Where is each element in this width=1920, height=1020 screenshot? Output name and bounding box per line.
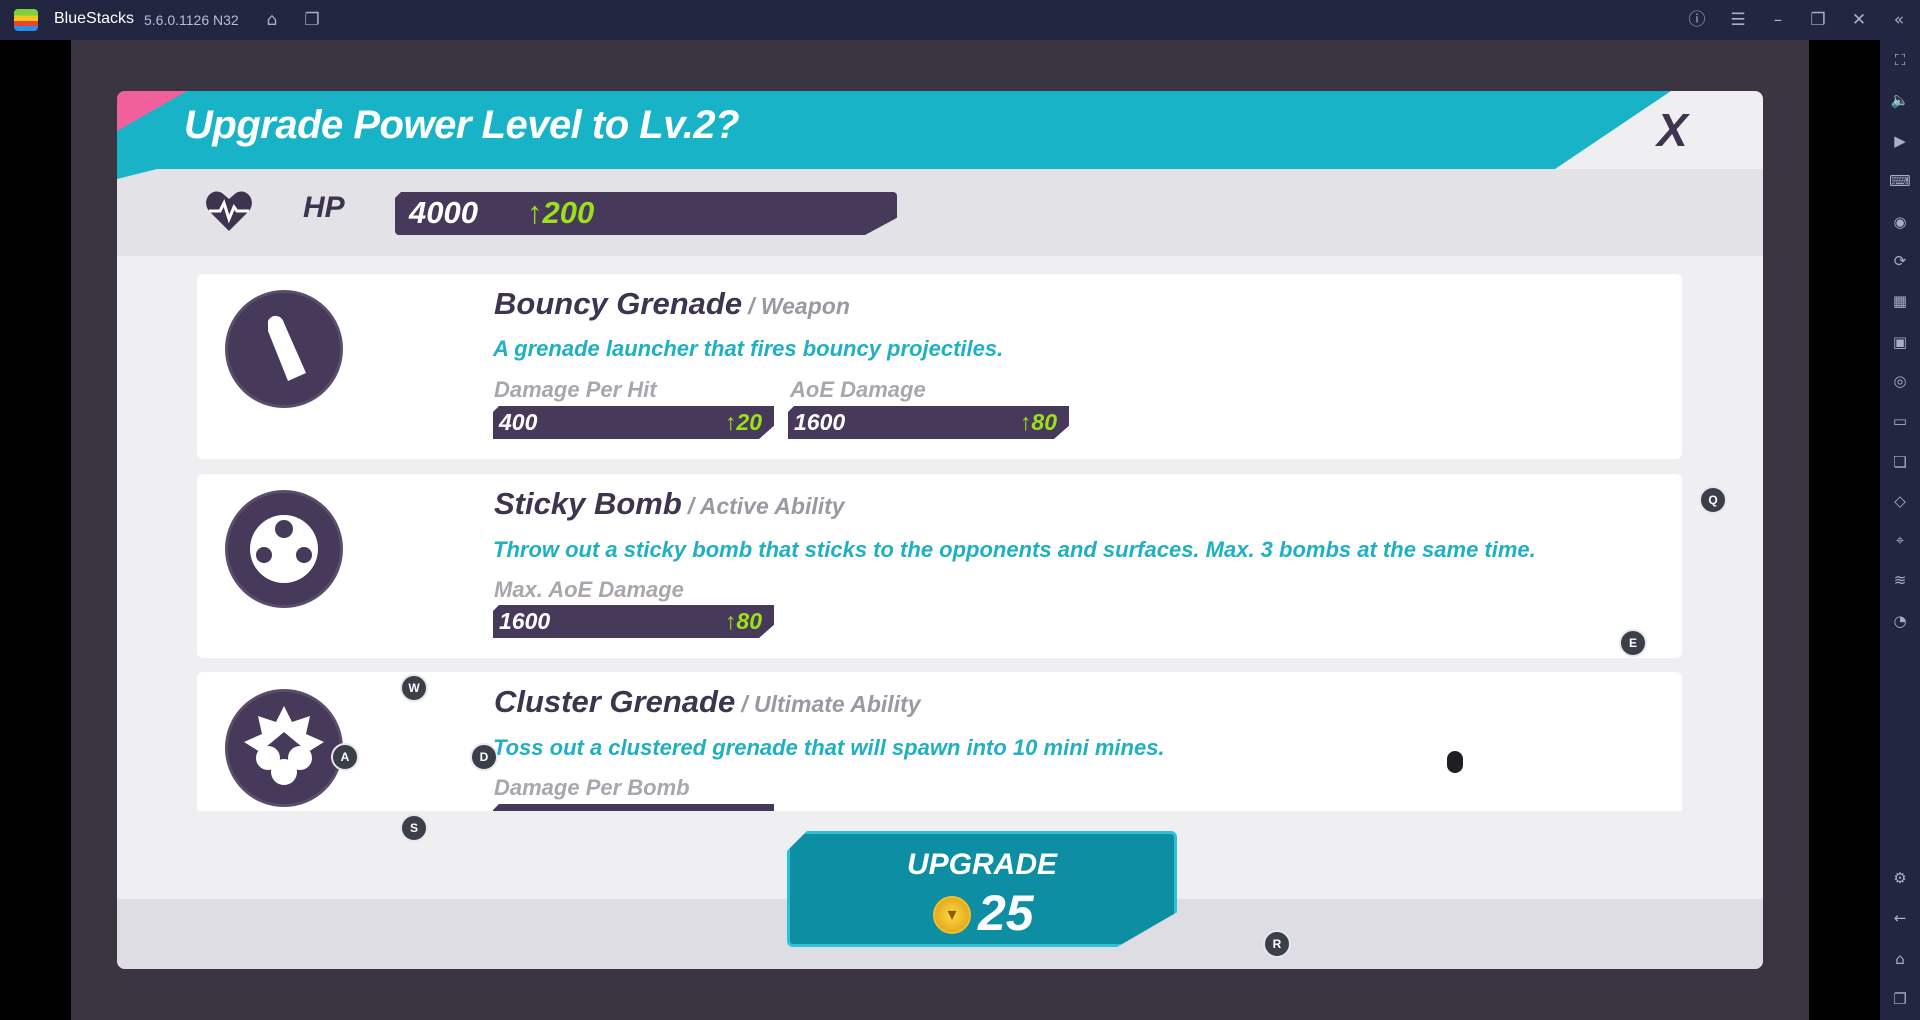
app-name: BlueStacks: [54, 10, 135, 27]
layers-icon[interactable]: ≋: [1888, 568, 1912, 592]
skill-description: Toss out a clustered grenade that will s…: [493, 735, 1165, 760]
skill-type: / Weapon: [748, 293, 850, 319]
stat-label: Damage Per Bomb: [494, 775, 690, 800]
upgrade-dialog: Upgrade Power Level to Lv.2? X HP 4000 ↑…: [117, 91, 1763, 969]
skill-description: Throw out a sticky bomb that sticks to t…: [493, 537, 1536, 562]
screenshot-icon[interactable]: ◎: [1888, 369, 1912, 393]
multi-instance-icon[interactable]: ❐: [300, 8, 324, 32]
stat-label: AoE Damage: [790, 377, 926, 402]
location-icon[interactable]: ⌖: [1888, 528, 1912, 552]
fullscreen-icon[interactable]: ⛶: [1888, 48, 1912, 72]
restore-icon[interactable]: ❐: [1806, 8, 1830, 32]
collapse-sidebar-icon[interactable]: «: [1887, 8, 1911, 32]
stat-bar: 400 ↑20: [493, 406, 774, 439]
key-hint-e: E: [1619, 629, 1647, 657]
back-icon[interactable]: ←: [1888, 906, 1912, 930]
apk-icon[interactable]: ▣: [1888, 330, 1912, 354]
performance-icon[interactable]: ◔: [1888, 609, 1912, 633]
settings-icon[interactable]: ⚙: [1888, 866, 1912, 890]
key-hint-d: D: [470, 743, 498, 771]
hp-value: 4000: [409, 195, 478, 230]
sticky-bomb-icon: [225, 490, 343, 608]
app-version: 5.6.0.1126 N32: [144, 12, 239, 28]
record-icon[interactable]: ◉: [1888, 210, 1912, 234]
close-icon[interactable]: ✕: [1847, 8, 1871, 32]
stat-increase-value: 20: [736, 409, 762, 435]
media-icon[interactable]: ▶: [1888, 129, 1912, 153]
stat-value: 1600: [499, 608, 551, 634]
stat-increase: ↑20: [724, 409, 762, 435]
skill-description: A grenade launcher that fires bouncy pro…: [493, 336, 1004, 361]
skill-name: Bouncy Grenade / Weapon: [494, 286, 850, 322]
menu-icon[interactable]: ☰: [1726, 8, 1750, 32]
help-icon[interactable]: ⓘ: [1685, 8, 1709, 32]
hp-row: HP 4000 ↑200: [117, 169, 1763, 256]
skill-type: / Ultimate Ability: [741, 691, 921, 717]
skill-card: Sticky Bomb / Active Ability Throw out a …: [197, 474, 1682, 658]
mouse-icon: [1445, 749, 1465, 775]
upgrade-label: UPGRADE: [906, 848, 1057, 881]
stat-value: 400: [499, 409, 538, 435]
stat-bar: 1600 ↑80: [493, 605, 774, 638]
key-hint-r: R: [1263, 930, 1291, 958]
stat-value: 1600: [794, 409, 846, 435]
bluestacks-logo: [14, 9, 38, 31]
volume-icon[interactable]: 🔈: [1888, 88, 1912, 112]
dialog-title: Upgrade Power Level to Lv.2?: [184, 103, 740, 147]
stat-bar: 1600 ↑80: [788, 406, 1069, 439]
right-sidebar: ⛶ 🔈 ▶ ⌨ ◉ ⟳ ▦ ▣ ◎ ▭ ❏ ◇ ⌖ ≋ ◔ ⚙ ← ⌂ ❐: [1880, 40, 1920, 1020]
coin-icon: ▾: [933, 896, 971, 934]
bullet-icon: [225, 290, 343, 408]
skill-card: Bouncy Grenade / Weapon A grenade launche…: [197, 274, 1682, 459]
skill-name-text: Cluster Grenade: [494, 684, 736, 719]
key-hint-w: W: [400, 674, 428, 702]
skill-type: / Active Ability: [687, 493, 845, 519]
skill-name: Sticky Bomb / Active Ability: [494, 486, 845, 522]
upgrade-button[interactable]: UPGRADE ▾ 25: [787, 831, 1177, 947]
folder-icon[interactable]: ▭: [1888, 409, 1912, 433]
key-hint-a: A: [331, 743, 359, 771]
home-icon[interactable]: ⌂: [1888, 947, 1912, 971]
stat-bar: [493, 804, 774, 811]
stat-increase-value: 80: [736, 608, 762, 634]
hp-increase-value: 200: [542, 195, 595, 230]
stat-label: Max. AoE Damage: [494, 577, 684, 602]
multi-instance-icon[interactable]: ❏: [1888, 450, 1912, 474]
minimize-icon[interactable]: –: [1766, 8, 1790, 32]
hp-increase: ↑200: [527, 195, 595, 230]
key-hint-q: Q: [1699, 486, 1727, 514]
cluster-grenade-icon: [225, 689, 343, 807]
recent-apps-icon[interactable]: ❐: [1888, 987, 1912, 1011]
stat-increase-value: 80: [1031, 409, 1057, 435]
eraser-icon[interactable]: ◇: [1888, 489, 1912, 513]
rotate-icon[interactable]: ⟳: [1888, 249, 1912, 273]
hp-bar: 4000 ↑200: [395, 192, 897, 235]
keyboard-icon[interactable]: ⌨: [1888, 169, 1912, 193]
close-button[interactable]: X: [1657, 103, 1688, 157]
hp-label: HP: [303, 191, 345, 224]
key-hint-s: S: [400, 814, 428, 842]
header-stripe: [117, 169, 157, 179]
title-bar: BlueStacks 5.6.0.1126 N32 ⌂ ❐ ⓘ ☰ – ❐ ✕ …: [0, 0, 1920, 40]
skill-name-text: Sticky Bomb: [494, 486, 682, 521]
stat-increase: ↑80: [724, 608, 762, 634]
skill-name-text: Bouncy Grenade: [494, 286, 743, 321]
heart-pulse-icon: [206, 191, 252, 231]
skill-name: Cluster Grenade / Ultimate Ability: [494, 684, 921, 720]
upgrade-cost: 25: [978, 885, 1034, 941]
gamepad-icon[interactable]: ▦: [1888, 289, 1912, 313]
stat-label: Damage Per Hit: [494, 377, 657, 402]
stat-increase: ↑80: [1019, 409, 1057, 435]
home-icon[interactable]: ⌂: [260, 8, 284, 32]
